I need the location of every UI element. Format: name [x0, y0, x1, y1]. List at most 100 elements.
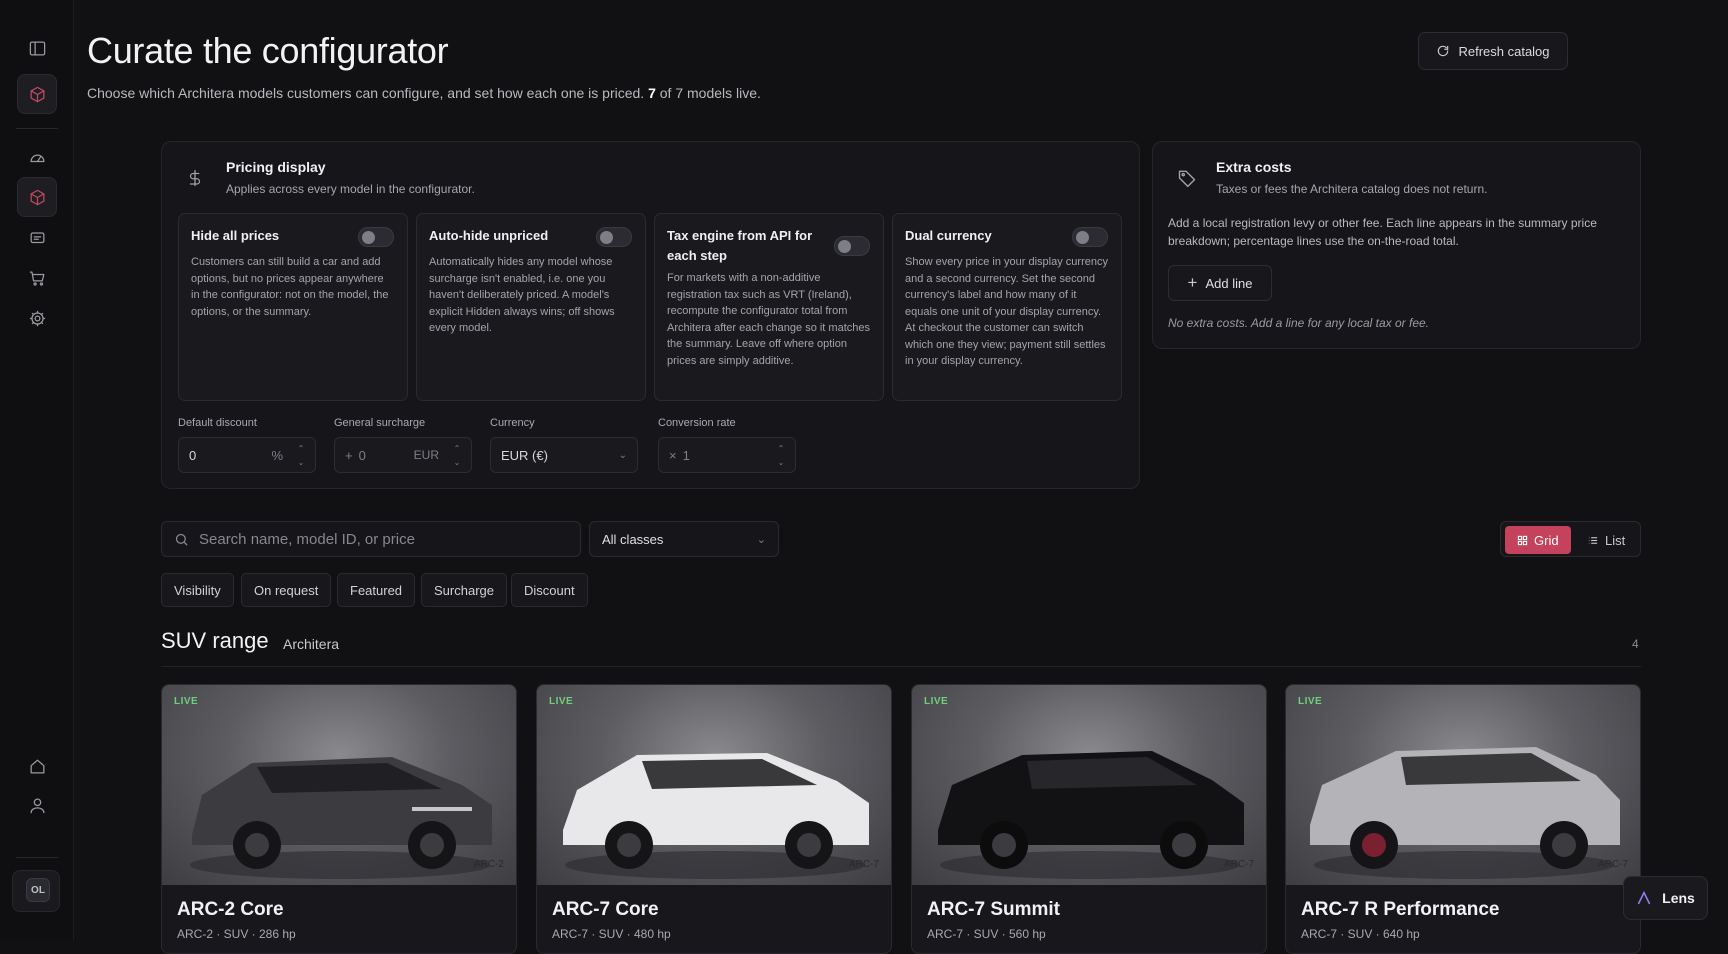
conversion-rate-input[interactable]: × 1 ⌃ ⌄	[658, 437, 796, 473]
option-desc: Customers can still build a car and add …	[191, 256, 389, 318]
gauge-icon[interactable]	[17, 137, 57, 177]
general-surcharge-label: General surcharge	[334, 417, 426, 429]
model-card[interactable]: LIVE ARC-7 ARC-7 Core ARC-7 · SUV · 480 …	[536, 684, 892, 954]
lens-button[interactable]: Lens	[1623, 876, 1708, 920]
model-card[interactable]: LIVE ARC-2 ARC-2 Core ARC-2 · SUV · 286 …	[161, 684, 517, 954]
pricing-display-desc: Applies across every model in the config…	[226, 182, 475, 196]
auto-hide-unpriced-toggle[interactable]	[596, 227, 632, 247]
model-name: ARC-7 Core	[552, 899, 659, 920]
sidebar-divider	[16, 128, 58, 129]
grid-icon	[1517, 535, 1528, 545]
car-image	[912, 685, 1266, 885]
car-image	[162, 685, 516, 885]
currency-value: EUR (€)	[501, 447, 548, 463]
lens-label: Lens	[1662, 890, 1695, 906]
filter-chip-on-request[interactable]: On request	[241, 573, 332, 607]
pricing-display-title: Pricing display	[226, 159, 326, 175]
times-prefix: ×	[669, 447, 677, 463]
percent-unit: %	[271, 447, 283, 463]
filter-chip-featured[interactable]: Featured	[337, 573, 416, 607]
extra-costs-body: Add a local registration levy or other f…	[1168, 216, 1597, 248]
chevron-down-icon: ⌄	[756, 533, 766, 546]
lens-logo-icon	[1638, 890, 1651, 905]
section-title: SUV range	[161, 628, 269, 653]
avatar[interactable]: OL	[26, 878, 50, 902]
hide-all-prices-toggle[interactable]	[358, 227, 394, 247]
model-tag: ARC-2	[473, 859, 504, 870]
currency-label: Currency	[490, 417, 535, 429]
search-icon	[175, 533, 188, 546]
filter-chip-surcharge[interactable]: Surcharge	[421, 573, 507, 607]
refresh-icon	[1438, 45, 1449, 57]
subtitle-text: Choose which Architera models customers …	[87, 85, 645, 101]
section-brand: Architera	[283, 636, 340, 652]
option-title: Dual currency	[905, 228, 992, 243]
model-meta: ARC-7 · SUV · 480 hp	[552, 927, 671, 941]
currency-select[interactable]: EUR (€) ⌄	[490, 437, 638, 473]
conversion-rate-label: Conversion rate	[658, 417, 736, 429]
model-meta: ARC-2 · SUV · 286 hp	[177, 927, 296, 941]
extra-costs-empty: No extra costs. Add a line for any local…	[1168, 316, 1430, 330]
discount-value: 0	[189, 447, 197, 463]
model-tag: ARC-7	[1597, 859, 1628, 870]
surcharge-stepper[interactable]: ⌃ ⌄	[449, 444, 465, 468]
page-title: Curate the configurator	[87, 30, 449, 71]
default-discount-input[interactable]: 0 % ⌃ ⌄	[178, 437, 316, 473]
model-card[interactable]: LIVE ARC-7 ARC-7 R Performance ARC-7 · S…	[1285, 684, 1641, 954]
gear-icon[interactable]	[17, 298, 57, 338]
home-icon[interactable]	[17, 746, 57, 786]
status-badge: LIVE	[924, 696, 949, 707]
tax-engine-toggle[interactable]	[834, 236, 870, 256]
option-desc: For markets with a non-additive registra…	[667, 272, 870, 367]
panel-toggle-icon[interactable]	[17, 28, 57, 68]
search-input[interactable]: Search name, model ID, or price	[161, 521, 581, 557]
refresh-label: Refresh catalog	[1458, 43, 1550, 59]
status-badge: LIVE	[1298, 696, 1323, 707]
plus-prefix: +	[345, 447, 353, 463]
option-tax-engine: Tax engine from API for each step For ma…	[654, 213, 884, 401]
filter-chip-visibility[interactable]: Visibility	[161, 573, 234, 607]
model-card[interactable]: LIVE ARC-7 ARC-7 Summit ARC-7 · SUV · 56…	[911, 684, 1267, 954]
section-count: 4	[1632, 637, 1639, 651]
eur-unit: EUR	[413, 448, 439, 462]
model-meta: ARC-7 · SUV · 640 hp	[1301, 927, 1420, 941]
default-discount-label: Default discount	[178, 417, 257, 429]
section-divider	[161, 666, 1641, 667]
model-name: ARC-2 Core	[177, 899, 284, 920]
filter-chip-discount[interactable]: Discount	[511, 573, 588, 607]
class-select[interactable]: All classes ⌄	[589, 521, 779, 557]
model-name: ARC-7 Summit	[927, 899, 1061, 920]
extra-costs-desc: Taxes or fees the Architera catalog does…	[1216, 182, 1488, 196]
cube-icon[interactable]	[17, 74, 57, 114]
add-line-button[interactable]: + Add line	[1168, 265, 1272, 301]
option-desc: Automatically hides any model whose surc…	[429, 256, 615, 334]
list-label: List	[1605, 532, 1626, 548]
rate-stepper[interactable]: ⌃ ⌄	[773, 444, 789, 468]
sidebar: OL	[0, 0, 74, 940]
search-placeholder: Search name, model ID, or price	[199, 530, 415, 548]
add-line-label: Add line	[1205, 275, 1253, 291]
live-count: 7	[648, 85, 656, 101]
list-view-button[interactable]: List	[1575, 526, 1637, 554]
option-title: Hide all prices	[191, 228, 280, 243]
model-meta: ARC-7 · SUV · 560 hp	[927, 927, 1046, 941]
user-icon[interactable]	[17, 785, 57, 825]
grid-view-button[interactable]: Grid	[1505, 526, 1571, 554]
car-image	[537, 685, 891, 885]
box-icon[interactable]	[17, 177, 57, 217]
model-tag: ARC-7	[848, 859, 879, 870]
option-hide-all-prices: Hide all prices Customers can still buil…	[178, 213, 408, 401]
option-auto-hide-unpriced: Auto-hide unpriced Automatically hides a…	[416, 213, 646, 401]
class-select-value: All classes	[602, 531, 664, 547]
general-surcharge-input[interactable]: + 0 EUR ⌃ ⌄	[334, 437, 472, 473]
discount-stepper[interactable]: ⌃ ⌄	[293, 444, 309, 468]
plus-icon: +	[1187, 273, 1198, 292]
refresh-catalog-button[interactable]: Refresh catalog	[1418, 32, 1568, 70]
view-toggle: Grid List	[1500, 521, 1641, 557]
option-title: Tax engine from API for each step	[667, 228, 813, 263]
message-icon[interactable]	[17, 218, 57, 258]
model-name: ARC-7 R Performance	[1301, 899, 1500, 920]
subtitle-suffix: of 7 models live.	[659, 85, 761, 101]
cart-icon[interactable]	[17, 258, 57, 298]
dual-currency-toggle[interactable]	[1072, 227, 1108, 247]
